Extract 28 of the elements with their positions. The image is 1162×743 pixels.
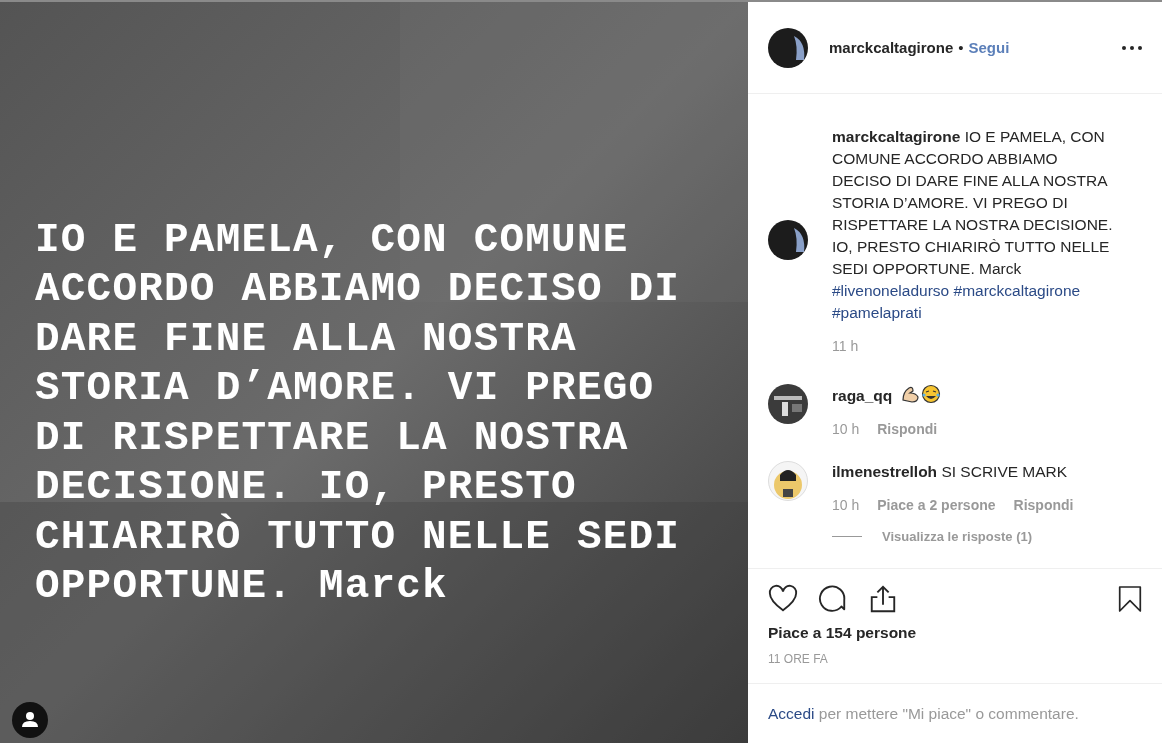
- avatar-icon[interactable]: [768, 384, 808, 424]
- post-date: 11 ORE FA: [768, 652, 829, 666]
- avatar-icon[interactable]: [768, 461, 808, 501]
- hashtag-link[interactable]: #pamelaprati: [832, 304, 922, 321]
- heart-icon[interactable]: [768, 584, 798, 614]
- comment-icon[interactable]: [818, 584, 848, 614]
- avatar-icon[interactable]: [768, 220, 808, 260]
- bookmark-icon[interactable]: [1118, 584, 1142, 614]
- comment-text: SI SCRIVE MARK: [941, 463, 1068, 480]
- hashtag-link[interactable]: #marckcaltagirone: [953, 282, 1081, 299]
- post-text: IO E PAMELA, CON COMUNE ACCORDO ABBIAMO DECISO DI DARE FINE ALLA NOSTRA STORIA D’AMORE. VI PREGO DI RISPETTARE LA NOSTRA DECISIONE. IO, PRESTO CHIARIRÒ TUTTO NELLE SEDI OPPORTUNE. Marck: [35, 215, 682, 611]
- comment-time: 10 h: [832, 421, 860, 437]
- login-link[interactable]: Accedi: [768, 704, 815, 722]
- follow-link[interactable]: Segui: [968, 39, 1010, 56]
- more-options-icon[interactable]: [1122, 45, 1142, 50]
- hashtag-link[interactable]: #livenoneladurso: [832, 282, 950, 299]
- separator: •: [958, 39, 964, 56]
- username-link[interactable]: marckcaltagirone: [829, 39, 954, 56]
- user-icon[interactable]: [12, 702, 48, 738]
- caption-text: marckcaltagirone IO E PAMELA, CON COMUNE ACCORDO ABBIAMO DECISO DI DARE FINE ALLA NOSTRA STORIA D’AMORE. VI PREGO DI RISPETTARE LA NOSTRA DECISIONE. IO, PRESTO CHIARIRÒ TUTTO NELLE SEDI OPPORTUNE. Marck #livenoneladurso #marckcaltagirone #pamelaprati: [832, 127, 1114, 323]
- likes-count[interactable]: Piace a 154 persone: [768, 624, 1142, 642]
- login-prompt: Accedi per mettere "Mi piace" o commentare.: [768, 704, 1079, 723]
- username-link[interactable]: raga_qq: [832, 387, 893, 404]
- share-icon[interactable]: [868, 584, 898, 614]
- avatar-icon[interactable]: [768, 27, 808, 68]
- comment-time: 10 h: [832, 497, 860, 513]
- username-link[interactable]: ilmenestrelloh: [832, 463, 938, 480]
- comment-time: 11 h: [832, 338, 859, 354]
